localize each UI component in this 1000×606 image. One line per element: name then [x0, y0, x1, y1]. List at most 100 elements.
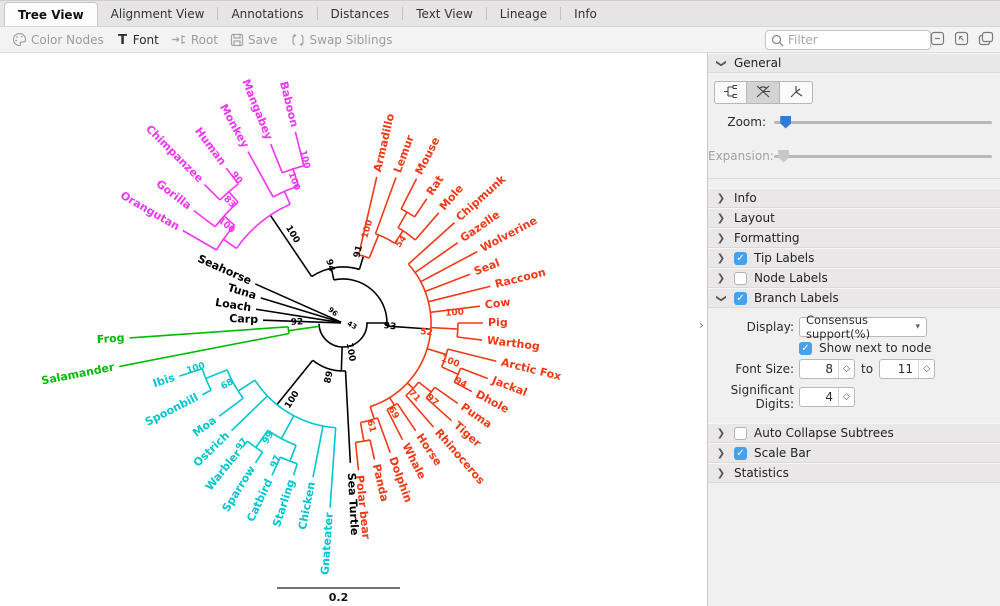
branch-arc: [333, 278, 388, 327]
duplicate-window-icon[interactable]: [978, 31, 994, 50]
spinner-buttons-icon[interactable]: ◇: [838, 360, 854, 378]
tab-distances[interactable]: Distances: [318, 2, 403, 26]
pop-out-icon[interactable]: [954, 31, 969, 50]
tab-annotations[interactable]: Annotations: [218, 2, 316, 26]
branch-line: [430, 326, 458, 330]
tip-label[interactable]: Raccoon: [494, 266, 547, 291]
tip-label[interactable]: Monkey: [217, 102, 252, 150]
support-label: 71: [406, 388, 422, 404]
tip-label[interactable]: Ibis: [151, 371, 177, 390]
significant-digits-spinner[interactable]: 4 ◇: [799, 387, 855, 407]
zoom-label: Zoom:: [727, 115, 766, 129]
branch-line: [344, 370, 352, 463]
show-next-to-node-checkbox[interactable]: ✓: [799, 341, 812, 355]
rectangular-layout-button[interactable]: [714, 81, 747, 104]
tip-label[interactable]: Panda: [370, 463, 391, 503]
zoom-slider[interactable]: [774, 115, 992, 129]
section-checkbox[interactable]: ✓: [734, 291, 747, 305]
support-label: 89: [323, 370, 335, 384]
tab-tree-view[interactable]: Tree View: [4, 2, 98, 26]
root-button[interactable]: Root: [171, 33, 218, 47]
section-title: Auto Collapse Subtrees: [754, 426, 894, 440]
circular-layout-button[interactable]: [747, 81, 780, 104]
tip-label[interactable]: Gnateater: [318, 511, 335, 575]
branch-arc: [355, 439, 371, 444]
section-checkbox[interactable]: [734, 426, 747, 440]
tip-label[interactable]: Pig: [488, 316, 508, 329]
section-title: Info: [734, 191, 757, 205]
tip-label[interactable]: Chipmunk: [454, 172, 509, 224]
tip-label[interactable]: Rat: [424, 173, 447, 198]
branch-line: [414, 242, 459, 274]
branch-line: [413, 198, 428, 218]
branch-line: [457, 336, 483, 341]
rectangular-layout-icon: [722, 84, 740, 102]
support-label: 100: [286, 171, 302, 192]
tip-label[interactable]: Starling: [270, 478, 298, 529]
color-nodes-button[interactable]: Color Nodes: [12, 32, 104, 47]
branch-labels-detail: Display: Consensus support(%) ▾ ✓ Show n…: [708, 308, 1000, 423]
branch-line: [340, 346, 343, 371]
tree-canvas[interactable]: Sea Turtle Carp Loach Tuna Seahorse Salamande…: [0, 53, 707, 606]
font-size-min-spinner[interactable]: 8 ◇: [799, 359, 855, 379]
tip-label[interactable]: Chicken: [296, 481, 318, 531]
branch-line: [400, 178, 418, 210]
section-statistics[interactable]: ❯ Statistics: [708, 463, 1000, 483]
filter-input[interactable]: [788, 33, 918, 47]
save-button[interactable]: Save: [230, 33, 278, 47]
tip-label[interactable]: Baboon: [277, 80, 301, 128]
tip-label[interactable]: Human: [192, 125, 229, 168]
tip-label[interactable]: Salamander: [40, 360, 116, 387]
expansion-slider[interactable]: [774, 149, 992, 163]
font-button[interactable]: T Font: [116, 33, 159, 47]
section-branch-labels[interactable]: ❯ ✓ Branch Labels: [708, 288, 1000, 308]
tab-text-view[interactable]: Text View: [403, 2, 486, 26]
radial-layout-button[interactable]: [780, 81, 813, 104]
section-auto-collapse-subtrees[interactable]: ❯ Auto Collapse Subtrees: [708, 423, 1000, 443]
section-scale-bar[interactable]: ❯ ✓ Scale Bar: [708, 443, 1000, 463]
section-checkbox[interactable]: ✓: [734, 446, 747, 460]
font-size-max-value: 11: [897, 362, 914, 376]
branch-line: [289, 445, 297, 462]
chevron-icon: ❯: [716, 467, 726, 479]
spinner-buttons-icon[interactable]: ◇: [838, 388, 854, 406]
chevron-icon: ❯: [716, 232, 726, 244]
section-checkbox[interactable]: [734, 271, 747, 285]
panel-collapse-handle[interactable]: ›: [699, 318, 704, 332]
section-general[interactable]: ❯ General: [708, 53, 1000, 73]
zoom-slider-thumb[interactable]: [780, 115, 792, 129]
branch-line: [119, 332, 290, 368]
branch-line: [237, 379, 256, 392]
branch-line: [407, 222, 456, 265]
section-formatting[interactable]: ❯ Formatting: [708, 228, 1000, 248]
display-dropdown[interactable]: Consensus support(%) ▾: [799, 313, 927, 341]
branch-arc: [375, 232, 396, 244]
font-size-max-spinner[interactable]: 11 ◇: [879, 359, 936, 379]
tree-viewer-app: { "tabs": [ {"label": "Tree View", "acti…: [0, 0, 1000, 606]
tab-alignment-view[interactable]: Alignment View: [98, 2, 218, 26]
tip-label[interactable]: Warthog: [486, 334, 540, 353]
tab-lineage[interactable]: Lineage: [487, 2, 560, 26]
section-node-labels[interactable]: ❯ Node Labels: [708, 268, 1000, 288]
branch-line: [374, 177, 397, 235]
swap-siblings-button[interactable]: Swap Siblings: [290, 33, 392, 47]
section-checkbox[interactable]: ✓: [734, 251, 747, 265]
section-layout[interactable]: ❯ Layout: [708, 208, 1000, 228]
tip-label[interactable]: Moa: [190, 414, 219, 440]
tip-label[interactable]: Seahorse: [196, 252, 254, 287]
tip-label[interactable]: Carp: [229, 312, 258, 326]
tip-label[interactable]: Seal: [472, 256, 501, 278]
tip-label[interactable]: Spoonbill: [143, 391, 201, 429]
tip-label[interactable]: Mouse: [413, 135, 443, 177]
spinner-buttons-icon[interactable]: ◇: [918, 360, 934, 378]
tip-label[interactable]: Cow: [484, 295, 511, 311]
tip-label[interactable]: Gorilla: [154, 177, 194, 212]
branch-line: [254, 451, 264, 464]
section-info[interactable]: ❯ Info: [708, 188, 1000, 208]
tip-label[interactable]: Frog: [96, 331, 125, 346]
chevron-icon: ❯: [715, 293, 727, 303]
tab-info[interactable]: Info: [561, 2, 610, 26]
minimize-icon[interactable]: [930, 31, 945, 50]
section-tip-labels[interactable]: ❯ ✓ Tip Labels: [708, 248, 1000, 268]
swap-icon: [290, 33, 306, 47]
